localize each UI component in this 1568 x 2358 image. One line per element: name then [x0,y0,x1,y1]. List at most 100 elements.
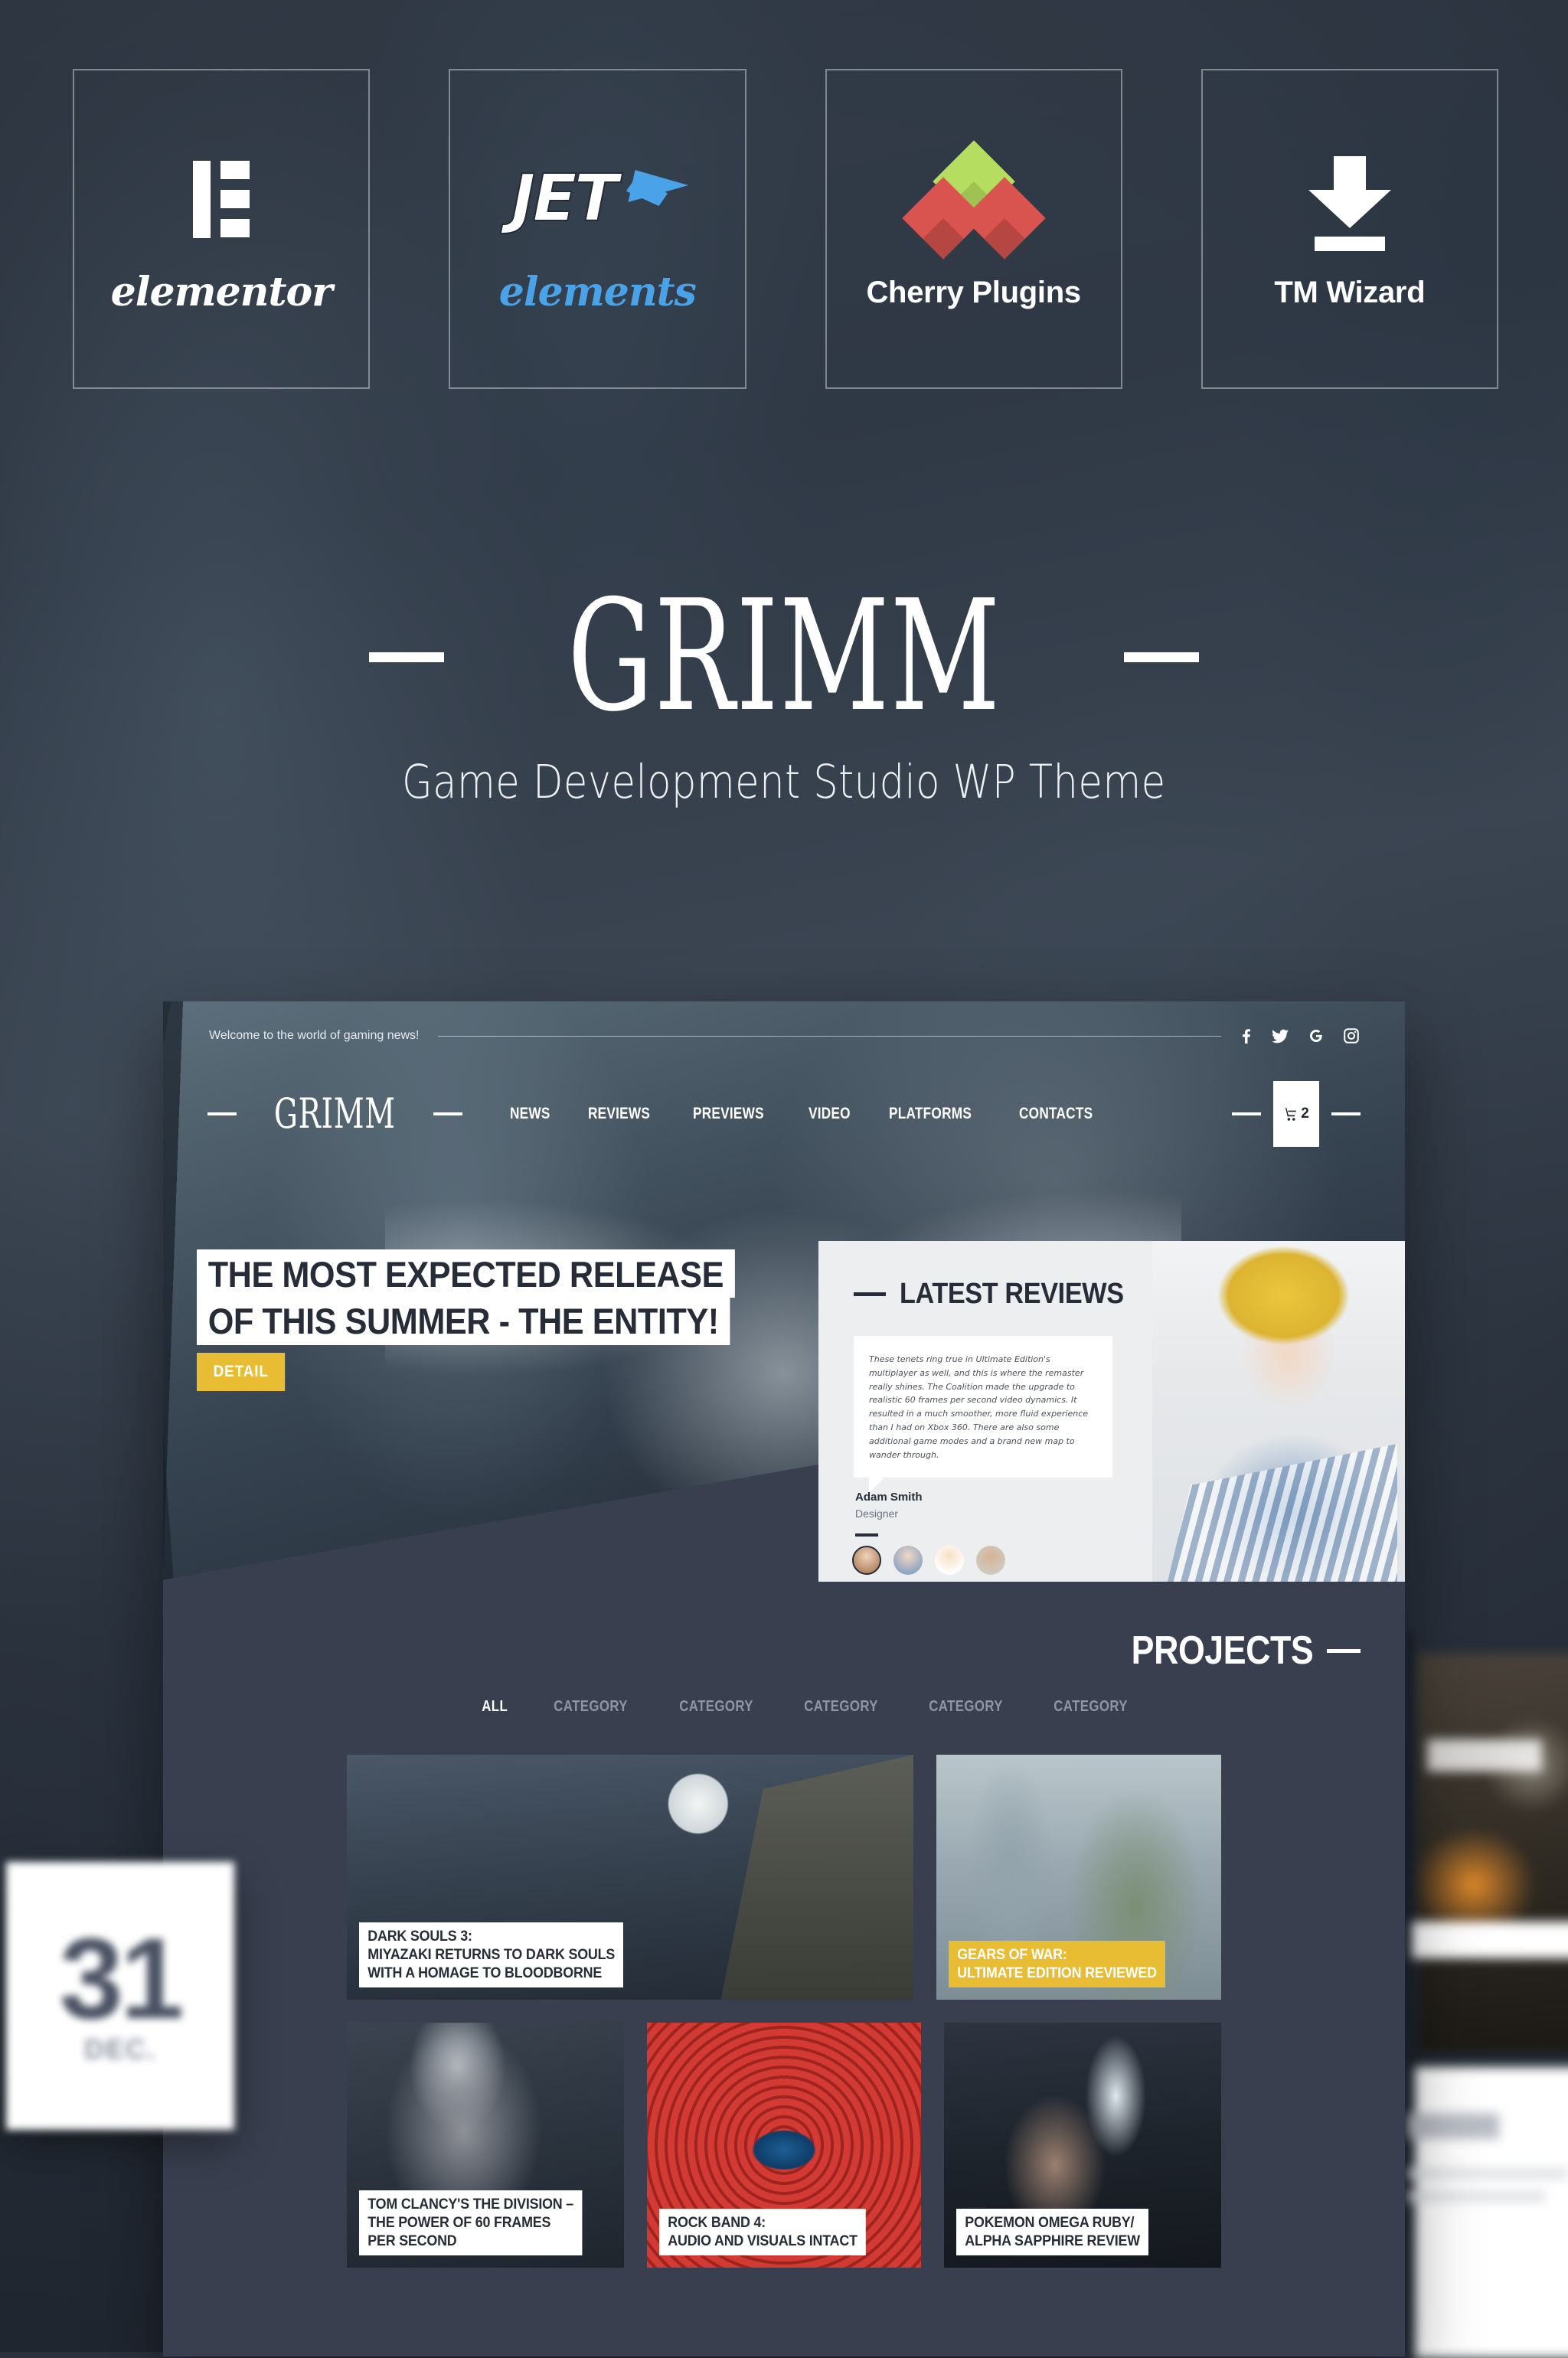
testimonial-author-name: Adam Smith [855,1491,923,1504]
badge-jet-elements[interactable]: JET elements [449,69,746,389]
latest-reviews-panel: LATEST REVIEWS These tenets ring true in… [818,1241,1405,1582]
topbar-divider [437,1035,1221,1037]
filter-category-4[interactable]: CATEGORY [929,1698,1003,1716]
reviews-dash [854,1292,886,1296]
caption-line: WITH A HOMAGE TO BLOODBORNE [368,1965,603,1982]
filter-category-1[interactable]: CATEGORY [554,1698,629,1716]
caption-line: TOM CLANCY'S THE DIVISION – [368,2196,574,2213]
cart-dash-right [1331,1112,1361,1115]
elementor-logo-icon [193,145,250,253]
filter-category-2[interactable]: CATEGORY [679,1698,753,1716]
detail-button[interactable]: DETAIL [197,1352,286,1391]
caption-line: ULTIMATE EDITION REVIEWED [957,1965,1157,1982]
testimonial-rule [855,1533,878,1537]
hero-headline: THE MOST EXPECTED RELEASE OF THIS SUMMER… [197,1249,782,1391]
facebook-icon[interactable] [1240,1028,1252,1043]
project-caption: GEARS OF WAR: ULTIMATE EDITION REVIEWED [949,1941,1166,1987]
shopping-cart-icon [1283,1107,1297,1121]
nav-item-video[interactable]: VIDEO [808,1105,851,1123]
twitter-icon[interactable] [1272,1028,1289,1043]
project-caption: DARK SOULS 3: MIYAZAKI RETURNS TO DARK S… [359,1922,624,1987]
badge-label: elements [498,269,697,315]
project-caption: TOM CLANCY'S THE DIVISION – THE POWER OF… [359,2190,583,2255]
badge-tm-wizard[interactable]: TM Wizard [1200,69,1498,389]
logo-dash-left [207,1112,237,1115]
page-subtitle: Game Development Studio WP Theme [402,755,1166,809]
badge-label: elementor [110,269,333,315]
project-caption: ROCK BAND 4: AUDIO AND VISUALS INTACT [658,2209,867,2255]
testimonial-author-role: Designer [855,1507,899,1520]
projects-heading: PROJECTS [1102,1628,1361,1674]
project-card-gears-of-war[interactable]: GEARS OF WAR: ULTIMATE EDITION REVIEWED [936,1755,1221,2000]
google-icon[interactable] [1308,1028,1324,1043]
reviews-heading: LATEST REVIEWS [854,1278,1148,1311]
cart-count: 2 [1301,1106,1309,1122]
avatar[interactable] [976,1546,1005,1575]
testimonial-bubble: These tenets ring true in Ultimate Editi… [854,1336,1112,1492]
title-dash-left [368,652,444,662]
testimonial-avatars [852,1546,1005,1575]
avatar[interactable] [893,1546,923,1575]
filter-category-5[interactable]: CATEGORY [1054,1698,1128,1716]
site-logo[interactable]: GRIMM [207,1093,462,1135]
caption-line: MIYAZAKI RETURNS TO DARK SOULS [368,1947,616,1964]
side-preview-card [1412,1654,1568,2052]
instagram-icon[interactable] [1344,1028,1359,1043]
avatar[interactable] [935,1546,964,1575]
caption-line: PER SECOND [368,2233,457,2250]
projects-section: PROJECTS ALL CATEGORY CATEGORY CATEGORY … [163,1606,1405,2356]
title-dash-right [1124,652,1200,662]
testimonial-quote: These tenets ring true in Ultimate Editi… [869,1354,1089,1460]
filter-all[interactable]: ALL [482,1698,508,1716]
side-preview-panel [1407,2067,1568,2358]
cart-area: 2 [1232,1081,1361,1147]
nav-item-contacts[interactable]: CONTACTS [1019,1105,1093,1123]
badge-elementor[interactable]: elementor [73,69,371,389]
logo-dash-right [433,1112,462,1115]
projects-filter-bar: ALL CATEGORY CATEGORY CATEGORY CATEGORY … [163,1698,1405,1716]
headline-line-1: THE MOST EXPECTED RELEASE [197,1249,735,1298]
nav-item-platforms[interactable]: PLATFORMS [889,1105,972,1123]
date-badge: 31 DEC. [6,1862,234,2130]
nav-item-news[interactable]: NEWS [510,1105,550,1123]
welcome-text: Welcome to the world of gaming news! [209,1029,420,1042]
date-day: 31 [59,1913,185,2043]
badge-label: Cherry Plugins [866,276,1081,309]
mockup-navbar: GRIMM NEWS REVIEWS PREVIEWS VIDEO PLATFO… [163,1072,1405,1156]
main-menu: NEWS REVIEWS PREVIEWS VIDEO PLATFORMS CO… [510,1105,1109,1123]
caption-line: ROCK BAND 4: [668,2215,766,2232]
avatar[interactable] [852,1546,881,1575]
caption-line: AUDIO AND VISUALS INTACT [668,2233,858,2250]
jet-elements-logo-icon: JET [511,145,692,253]
website-mockup: Welcome to the world of gaming news! GRI… [163,1001,1405,2356]
date-month: DEC. [83,2033,156,2065]
badge-label: TM Wizard [1274,276,1426,309]
project-card-dark-souls[interactable]: DARK SOULS 3: MIYAZAKI RETURNS TO DARK S… [347,1755,913,2000]
hero-title-block: GRIMM Game Development Studio WP Theme [0,580,1568,809]
cart-dash-left [1232,1112,1261,1115]
jet-wordmark: JET [511,160,619,237]
nav-item-previews[interactable]: PREVIEWS [693,1105,764,1123]
nav-item-reviews[interactable]: REVIEWS [588,1105,650,1123]
caption-line: THE POWER OF 60 FRAMES [368,2215,551,2232]
cart-button[interactable]: 2 [1273,1081,1319,1147]
project-card-pokemon[interactable]: POKEMON OMEGA RUBY/ ALPHA SAPPHIRE REVIE… [944,2023,1222,2268]
headline-line-2: OF THIS SUMMER - THE ENTITY! [197,1296,730,1345]
social-links [1240,1028,1359,1043]
caption-line: GEARS OF WAR: [957,1947,1067,1964]
projects-dash [1327,1648,1361,1653]
filter-category-3[interactable]: CATEGORY [804,1698,878,1716]
project-card-rock-band[interactable]: ROCK BAND 4: AUDIO AND VISUALS INTACT [646,2023,922,2268]
caption-line: ALPHA SAPPHIRE REVIEW [965,2233,1140,2250]
projects-grid: DARK SOULS 3: MIYAZAKI RETURNS TO DARK S… [347,1755,1222,2291]
cherry-plugins-diamond-icon [902,139,1046,260]
download-arrow-icon [1304,150,1396,257]
reviews-photo [1152,1241,1405,1582]
logo-text: GRIMM [273,1089,396,1138]
caption-line: POKEMON OMEGA RUBY/ [965,2215,1135,2232]
badge-cherry-plugins[interactable]: Cherry Plugins [825,69,1122,389]
project-caption: POKEMON OMEGA RUBY/ ALPHA SAPPHIRE REVIE… [956,2209,1149,2255]
project-card-the-division[interactable]: TOM CLANCY'S THE DIVISION – THE POWER OF… [347,2023,624,2268]
side-edge-strip [1406,1631,1415,2358]
mockup-topbar: Welcome to the world of gaming news! [163,1001,1405,1070]
